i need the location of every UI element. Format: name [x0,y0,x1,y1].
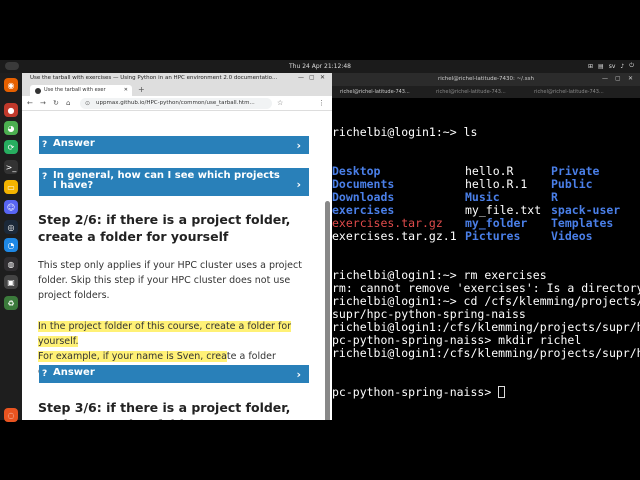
answer-label: Answer [53,367,95,378]
minimize-icon[interactable]: — [298,74,304,81]
chevron-right-icon: › [296,178,301,191]
step2-paragraph: This step only applies if your HPC clust… [38,260,302,301]
browser-titlebar: Use the tarball with exercises — Using P… [22,73,332,84]
maximize-icon[interactable]: ▢ [309,74,315,81]
forward-icon[interactable]: → [40,99,46,107]
page-content: ? Answer › ? In general, how can I see w… [22,111,332,420]
terminal-prompt-line: pc-python-spring-naiss> [332,386,640,399]
ls-output: Desktop hello.R Private Documents hello.R.1 P… [332,165,640,243]
question-icon: ? [42,140,48,150]
home-icon[interactable]: ⌂ [66,99,70,107]
system-tray[interactable]: ⊞ ▤ sv ♪ ⏻ [588,62,634,70]
site-info-icon[interactable]: ⊙ [85,100,90,107]
url-text: uppmax.github.io/HPC-python/common/use_t… [96,100,255,106]
tray-icon[interactable]: ⊞ [588,63,593,70]
language-indicator[interactable]: sv [609,63,616,70]
terminal-tabs: richel@richel-latitude-743... richel@ric… [332,86,640,98]
scrollbar[interactable] [325,201,330,420]
terminal-tab[interactable]: richel@richel-latitude-743... [436,89,506,95]
ls-row: exercises.tar.gz.1 Pictures Videos [332,230,640,243]
answer-dropdown-2[interactable]: ? Answer › [39,365,309,383]
slides-icon[interactable]: ▭ [4,180,18,194]
browser-tab[interactable]: Use the tarball with exer ✕ [30,85,132,96]
chevron-right-icon: › [296,139,301,152]
step2-heading: Step 2/6: if there is a project folder, … [38,212,291,244]
tab-close-icon[interactable]: ✕ [124,87,128,93]
address-bar[interactable]: ⊙ uppmax.github.io/HPC-python/common/use… [80,98,272,109]
maximize-icon[interactable]: ▢ [615,75,621,82]
ubuntu-icon[interactable]: ◌ [4,408,18,422]
terminal-lines: richelbi@login1:~> rm exercises rm: canno… [332,269,640,360]
terminal-tab[interactable]: richel@richel-latitude-743... [534,89,604,95]
top-bar: Thu 24 Apr 21:12:48 ⊞ ▤ sv ♪ ⏻ [0,60,640,73]
browser-window-title: Use the tarball with exercises — Using P… [30,75,278,81]
browser-tab-label: Use the tarball with exer [44,87,106,93]
terminal-icon[interactable]: >_ [4,160,18,174]
obs-icon[interactable]: ◍ [4,257,18,271]
app-dark-icon[interactable]: ▣ [4,275,18,289]
terminal-titlebar: richel@richel-latitude-7430: ~/.ssh — ▢ … [332,73,640,86]
minimize-icon[interactable]: — [602,75,608,82]
power-icon[interactable]: ⏻ [629,62,634,70]
browser-window: Use the tarball with exercises — Using P… [22,73,332,420]
clock[interactable]: Thu 24 Apr 21:12:48 [0,63,640,70]
steam-icon[interactable]: ◎ [4,220,18,234]
terminal-output[interactable]: richelbi@login1:~> ls Desktop hello.R Priv… [332,100,640,420]
ls-entry: Pictures [465,229,521,243]
chrome-icon[interactable]: ◕ [4,121,18,135]
back-icon[interactable]: ← [27,99,33,107]
highlighted-text: For example, if your name is Sven, crea [38,351,227,362]
dock: ◉ ● ◕ ⟳ >_ ▭ ☺ ◎ ◔ ◍ ▣ ♻ ◌ [0,73,22,422]
answer-label: Answer [53,138,95,149]
in-general-dropdown[interactable]: ? In general, how can I see which projec… [39,168,309,196]
question-icon: ? [42,369,48,379]
terminal-line: richelbi@login1:/cfs/klemming/projects/s… [332,346,640,360]
terminal-line: richelbi@login1:~> ls [332,125,478,139]
question-icon: ? [42,172,48,182]
close-icon[interactable]: ✕ [320,74,325,81]
firefox-icon[interactable]: ◉ [4,78,18,92]
discord-icon[interactable]: ☺ [4,200,18,214]
new-tab-button[interactable]: + [138,85,145,94]
browser-toolbar: ← → ↻ ⌂ ⊙ uppmax.github.io/HPC-python/co… [22,96,332,111]
close-icon[interactable]: ✕ [628,75,633,82]
ls-entry: exercises.tar.gz.1 [332,229,457,243]
terminal-cursor [498,386,506,398]
terminal-tab[interactable]: richel@richel-latitude-743... [340,89,410,95]
answer-dropdown-1[interactable]: ? Answer › [39,136,309,154]
volume-icon[interactable]: ♪ [620,63,624,70]
terminal-window: richel@richel-latitude-7430: ~/.ssh — ▢ … [332,73,640,420]
terminal-title: richel@richel-latitude-7430: ~/.ssh [437,76,535,82]
trash-icon[interactable]: ♻ [4,296,18,310]
browser-tabstrip: Use the tarball with exer ✕ + [22,84,332,96]
tray-icon[interactable]: ▤ [598,63,604,70]
chevron-right-icon: › [296,368,301,381]
browser-blue-icon[interactable]: ◔ [4,238,18,252]
ls-entry: Videos [551,229,593,243]
github-icon [35,88,41,94]
bookmark-star-icon[interactable]: ☆ [277,99,283,107]
in-general-label: In general, how can I see which projects… [53,170,280,191]
browser-menu-icon[interactable]: ⋮ [318,99,325,107]
app-red-icon[interactable]: ● [4,103,18,117]
sync-icon[interactable]: ⟳ [4,140,18,154]
reload-icon[interactable]: ↻ [53,99,59,107]
step3-heading: Step 3/6: if there is a project folder, … [38,400,291,420]
highlighted-text: In the project folder of this course, cr… [38,321,292,347]
terminal-line: pc-python-spring-naiss> [332,385,499,399]
